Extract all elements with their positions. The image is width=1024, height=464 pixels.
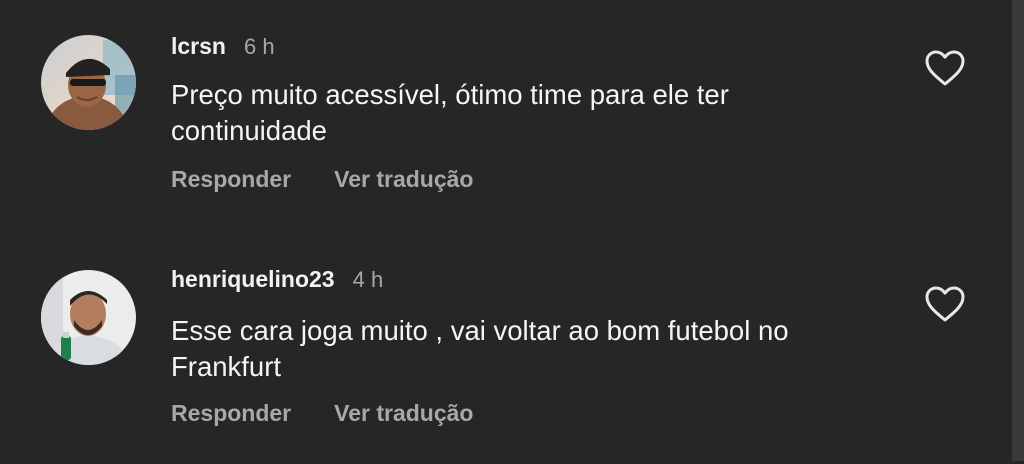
timestamp: 6 h: [243, 34, 275, 59]
username[interactable]: henriquelino23: [171, 266, 335, 293]
comment-item: henriquelino23 4 h Esse cara joga muito …: [0, 234, 1010, 464]
comment-text: Esse cara joga muito , vai voltar ao bom…: [171, 315, 789, 382]
heart-outline-icon: [925, 286, 965, 322]
translate-button[interactable]: Ver tradução: [334, 400, 473, 427]
avatar[interactable]: [41, 270, 136, 365]
comment-meta: henriquelino23 4 h: [171, 266, 383, 294]
timestamp: 4 h: [352, 267, 384, 292]
like-button[interactable]: [924, 49, 966, 87]
reply-button[interactable]: Responder: [171, 166, 291, 193]
username[interactable]: lcrsn: [171, 33, 226, 60]
comment-meta: lcrsn 6 h: [171, 33, 275, 61]
user-photo-avatar: [41, 35, 136, 130]
user-photo-avatar: [41, 270, 136, 365]
heart-outline-icon: [925, 50, 965, 86]
translate-button[interactable]: Ver tradução: [334, 166, 473, 193]
scrollbar[interactable]: [1012, 0, 1024, 461]
comment-actions: Responder Ver tradução: [171, 166, 473, 193]
comment-actions: Responder Ver tradução: [171, 400, 473, 427]
comment-text: Preço muito acessível, ótimo time para e…: [171, 79, 729, 146]
avatar[interactable]: [41, 35, 136, 130]
comment-item: lcrsn 6 h Preço muito acessível, ótimo t…: [0, 0, 1010, 230]
reply-button[interactable]: Responder: [171, 400, 291, 427]
like-button[interactable]: [924, 285, 966, 323]
